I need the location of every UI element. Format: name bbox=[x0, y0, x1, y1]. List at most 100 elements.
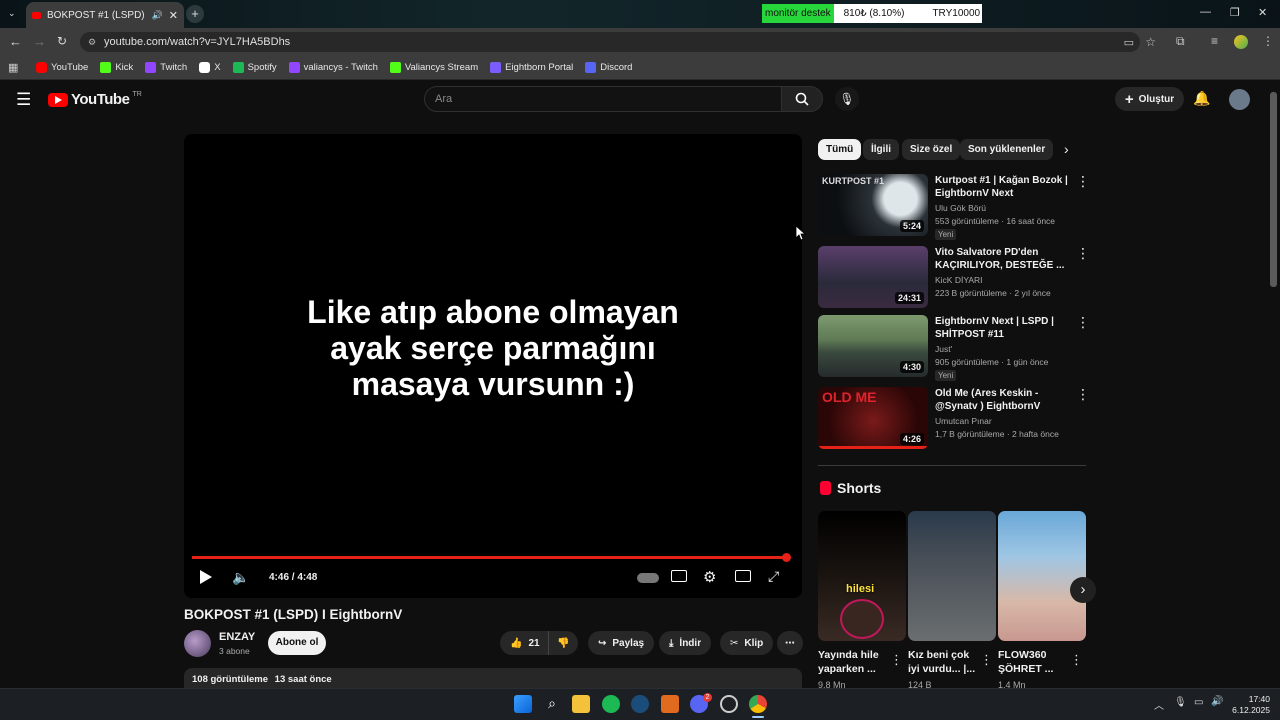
recommendation-channel[interactable]: Ulu Gök Börü bbox=[935, 203, 986, 213]
account-avatar[interactable] bbox=[1229, 89, 1250, 110]
bookmark-item[interactable]: X bbox=[199, 62, 221, 73]
tray-volume-icon[interactable]: 🔊 bbox=[1211, 696, 1223, 707]
more-options-icon[interactable]: ⋮ bbox=[1076, 387, 1090, 401]
bookmark-item[interactable]: Twitch bbox=[145, 62, 187, 73]
recommendation-channel[interactable]: Just' bbox=[935, 344, 952, 354]
channel-avatar[interactable] bbox=[184, 630, 211, 657]
search-taskbar-icon[interactable]: ⌕ bbox=[543, 695, 561, 713]
recommendation-title[interactable]: Vito Salvatore PD'den KAÇIRILIYOR, DESTE… bbox=[935, 246, 1075, 272]
minimize-button[interactable]: — bbox=[1200, 6, 1211, 18]
chip-for-you[interactable]: Size özel bbox=[902, 139, 961, 160]
recommendation-thumbnail[interactable]: OLD ME 4:26 bbox=[818, 387, 928, 449]
create-button[interactable]: + Oluştur bbox=[1115, 87, 1184, 111]
app-orange-icon[interactable] bbox=[661, 695, 679, 713]
fullscreen-icon[interactable]: ⤢ bbox=[768, 568, 779, 585]
chrome-icon[interactable] bbox=[749, 695, 767, 713]
media-icon[interactable]: ≡ bbox=[1211, 34, 1218, 48]
forward-icon[interactable]: → bbox=[33, 34, 46, 49]
progress-scrubber[interactable] bbox=[781, 553, 791, 562]
profile-avatar[interactable] bbox=[1234, 35, 1248, 49]
clock-time[interactable]: 17:40 bbox=[1238, 694, 1270, 704]
more-options-icon[interactable]: ⋮ bbox=[1076, 174, 1090, 188]
recommendation-thumbnail[interactable]: KURTPOST #1 5:24 bbox=[818, 174, 928, 236]
tray-mic-icon[interactable]: 🎙 bbox=[1174, 697, 1187, 708]
search-input[interactable]: Ara bbox=[424, 86, 782, 112]
start-icon[interactable] bbox=[514, 695, 532, 713]
more-options-icon[interactable]: ⋮ bbox=[1076, 315, 1090, 329]
file-explorer-icon[interactable] bbox=[572, 695, 590, 713]
recommendation-title[interactable]: EightbornV Next | LSPD | SHİTPOST #11 bbox=[935, 315, 1075, 341]
more-actions-button[interactable]: ⋯ bbox=[777, 631, 803, 655]
dislike-button[interactable]: 👎 bbox=[548, 631, 578, 655]
video-player[interactable]: Like atıp abone olmayan ayak serçe parma… bbox=[184, 134, 802, 598]
new-tab-button[interactable]: + bbox=[186, 5, 204, 23]
chip-all[interactable]: Tümü bbox=[818, 139, 862, 160]
channel-name[interactable]: ENZAY bbox=[219, 631, 255, 643]
spotify-icon[interactable] bbox=[602, 695, 620, 713]
recommendation-title[interactable]: Old Me (Ares Keskin - @Synatv ) Eightbor… bbox=[935, 387, 1075, 413]
clock-date[interactable]: 6.12.2025 bbox=[1224, 705, 1270, 715]
recommendation-title[interactable]: Kurtpost #1 | Kağan Bozok | EightbornV N… bbox=[935, 174, 1075, 200]
maximize-button[interactable]: ❐ bbox=[1230, 6, 1240, 19]
cast-icon[interactable]: ▭ bbox=[1124, 36, 1134, 49]
bookmark-item[interactable]: valiancys - Twitch bbox=[288, 62, 378, 73]
short-thumbnail[interactable]: hilesi bbox=[818, 511, 906, 641]
browser-menu-icon[interactable]: ⋮ bbox=[1262, 34, 1274, 48]
bookmark-item[interactable]: Valiancys Stream bbox=[389, 62, 478, 73]
autoplay-toggle[interactable] bbox=[637, 573, 659, 583]
short-more-icon[interactable]: ⋮ bbox=[980, 652, 993, 668]
steam-icon[interactable] bbox=[631, 695, 649, 713]
short-thumbnail[interactable] bbox=[908, 511, 996, 641]
bookmark-item[interactable]: Discord bbox=[585, 62, 632, 73]
address-bar[interactable]: ⚙ youtube.com/watch?v=JYL7HA5BDhs ▭ ☆ bbox=[80, 32, 1156, 52]
recommendation-item[interactable]: 4:30 EightbornV Next | LSPD | SHİTPOST #1… bbox=[818, 315, 1090, 381]
chips-next-icon[interactable]: › bbox=[1064, 141, 1069, 157]
recommendation-channel[interactable]: KicK DİYARI bbox=[935, 275, 983, 285]
download-button[interactable]: ⤓ İndir bbox=[659, 631, 712, 655]
page-scrollbar[interactable] bbox=[1270, 92, 1277, 287]
settings-gear-icon[interactable]: ⚙ bbox=[703, 568, 716, 586]
apps-grid-icon[interactable]: ▦ bbox=[8, 61, 18, 74]
tray-display-icon[interactable]: ▭ bbox=[1194, 697, 1203, 708]
subscribe-button[interactable]: Abone ol bbox=[268, 631, 326, 655]
recommendation-thumbnail[interactable]: 24:31 bbox=[818, 246, 928, 308]
more-options-icon[interactable]: ⋮ bbox=[1076, 246, 1090, 260]
short-title[interactable]: Kız beni çok iyi vurdu... |... bbox=[908, 648, 978, 676]
menu-hamburger-icon[interactable]: ☰ bbox=[16, 90, 31, 110]
tab-close-icon[interactable]: ✕ bbox=[169, 9, 178, 22]
volume-icon[interactable]: 🔈 bbox=[232, 569, 249, 586]
browser-tab-active[interactable]: BOKPOST #1 (LSPD) I Eigh 🔊 ✕ bbox=[26, 2, 184, 28]
search-button[interactable] bbox=[781, 86, 823, 112]
reload-icon[interactable]: ↻ bbox=[57, 34, 67, 48]
short-title[interactable]: FLOW360 ŞÖHRET ... bbox=[998, 648, 1068, 676]
like-button[interactable]: 👍 21 bbox=[500, 631, 548, 655]
shorts-next-button[interactable]: › bbox=[1070, 577, 1096, 603]
recommendation-item[interactable]: OLD ME 4:26 Old Me (Ares Keskin - @Synatv … bbox=[818, 387, 1090, 451]
notifications-bell-icon[interactable]: 🔔 bbox=[1193, 90, 1210, 107]
bookmark-item[interactable]: YouTube bbox=[36, 62, 88, 73]
tab-search-icon[interactable]: ⌄ bbox=[8, 8, 16, 19]
bookmark-item[interactable]: Spotify bbox=[232, 62, 277, 73]
short-more-icon[interactable]: ⋮ bbox=[1070, 652, 1083, 668]
play-icon[interactable] bbox=[200, 570, 212, 584]
recommendation-item[interactable]: 24:31 Vito Salvatore PD'den KAÇIRILIYOR, … bbox=[818, 246, 1090, 310]
miniplayer-icon[interactable] bbox=[735, 570, 751, 582]
clip-button[interactable]: ✂ Klip bbox=[720, 631, 774, 655]
site-info-icon[interactable]: ⚙ bbox=[88, 37, 96, 48]
short-thumbnail[interactable] bbox=[998, 511, 1086, 641]
chip-recent[interactable]: Son yüklenenler bbox=[960, 139, 1054, 160]
bookmark-item[interactable]: Kick bbox=[100, 62, 133, 73]
chip-related[interactable]: İlgili bbox=[863, 139, 899, 160]
description-box[interactable]: 108 görüntüleme 13 saat önce bbox=[184, 668, 802, 690]
youtube-logo[interactable]: YouTube TR bbox=[48, 91, 142, 108]
recommendation-thumbnail[interactable]: 4:30 bbox=[818, 315, 928, 377]
recommendation-item[interactable]: KURTPOST #1 5:24 Kurtpost #1 | Kağan Bozok… bbox=[818, 174, 1090, 240]
progress-bar[interactable] bbox=[192, 556, 786, 559]
subtitles-icon[interactable] bbox=[671, 570, 687, 582]
extensions-icon[interactable]: ⧉ bbox=[1176, 34, 1185, 49]
recommendation-channel[interactable]: Umutcan Pınar bbox=[935, 416, 992, 426]
tab-audio-icon[interactable]: 🔊 bbox=[152, 10, 163, 21]
tray-chevron-icon[interactable]: ︿ bbox=[1154, 697, 1164, 712]
close-window-button[interactable]: ✕ bbox=[1258, 6, 1267, 19]
bookmark-item[interactable]: Eightborn Portal bbox=[490, 62, 573, 73]
